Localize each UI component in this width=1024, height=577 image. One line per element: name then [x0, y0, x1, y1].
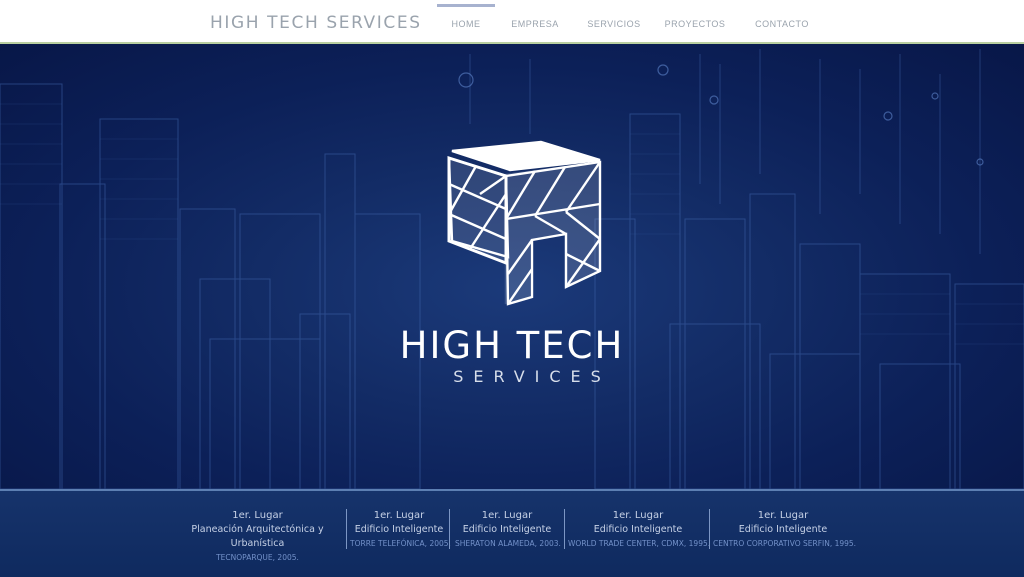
award-project: SHERATON ALAMEDA, 2003.: [455, 539, 561, 548]
award-category: Planeación Arquitectónica y Urbanística: [191, 524, 324, 549]
award-place: 1er. Lugar: [612, 510, 664, 521]
award-category: Edificio Inteligente: [462, 524, 552, 535]
award-project: TORRE TELEFÓNICA, 2005.: [350, 539, 451, 548]
nav-empresa[interactable]: EMPRESA: [495, 0, 575, 42]
award-project: CENTRO CORPORATIVO SERFIN, 1995.: [713, 539, 857, 548]
nav-servicios[interactable]: SERVICIOS: [575, 0, 653, 42]
award-category: Edificio Inteligente: [738, 524, 828, 535]
award-category: Edificio Inteligente: [354, 524, 444, 535]
brand-name[interactable]: HIGH TECH SERVICES: [210, 13, 422, 33]
award-project: WORLD TRADE CENTER, CDMX, 1995.: [568, 539, 711, 548]
award-place: 1er. Lugar: [232, 510, 283, 521]
award-divider: [346, 509, 347, 549]
city-skyline-background: [0, 49, 1024, 489]
award-place: 1er. Lugar: [373, 510, 425, 521]
awards-band: 1er. Lugar Planeación Arquitectónica y U…: [0, 489, 1024, 577]
award-item: 1er. Lugar Planeación Arquitectónica y U…: [170, 509, 345, 565]
award-item: 1er. Lugar Edificio Inteligente CENTRO C…: [713, 509, 857, 551]
top-navigation-bar: HIGH TECH SERVICES HOME EMPRESA SERVICIO…: [0, 0, 1024, 44]
logo-title: HIGH TECH: [399, 324, 625, 367]
award-item: 1er. Lugar Edificio Inteligente SHERATON…: [455, 509, 561, 551]
award-category: Edificio Inteligente: [593, 524, 683, 535]
nav-proyectos[interactable]: PROYECTOS: [653, 0, 737, 42]
award-place: 1er. Lugar: [757, 510, 809, 521]
award-divider: [449, 509, 450, 549]
award-item: 1er. Lugar Edificio Inteligente WORLD TR…: [568, 509, 711, 551]
main-nav: HOME EMPRESA SERVICIOS PROYECTOS CONTACT…: [437, 0, 827, 42]
hero-banner: HIGH TECH SERVICES: [0, 44, 1024, 489]
award-project: TECNOPARQUE, 2005.: [216, 553, 299, 562]
award-place: 1er. Lugar: [481, 510, 533, 521]
nav-contacto[interactable]: CONTACTO: [737, 0, 827, 42]
logo-subtitle: SERVICES: [453, 367, 611, 386]
award-item: 1er. Lugar Edificio Inteligente TORRE TE…: [350, 509, 451, 551]
award-divider: [564, 509, 565, 549]
nav-home[interactable]: HOME: [437, 0, 495, 42]
award-divider: [709, 509, 710, 549]
